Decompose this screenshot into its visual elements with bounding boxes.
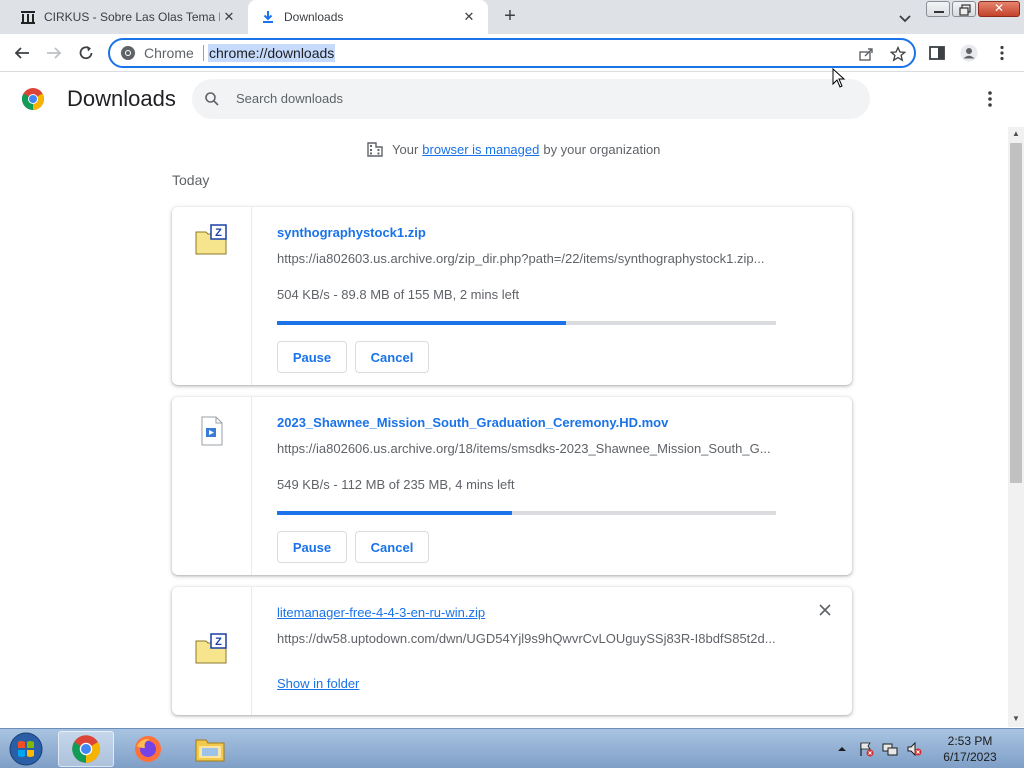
tab-cirkus[interactable]: CIRKUS - Sobre Las Olas Tema De ✕ xyxy=(8,0,248,34)
download-filename[interactable]: litemanager-free-4-4-3-en-ru-win.zip xyxy=(277,605,485,620)
tab-title: Downloads xyxy=(284,10,344,24)
show-in-folder-link[interactable]: Show in folder xyxy=(277,676,359,691)
clock-date: 6/17/2023 xyxy=(943,750,997,764)
taskbar-chrome[interactable] xyxy=(58,731,114,767)
download-status: 504 KB/s - 89.8 MB of 155 MB, 2 mins lef… xyxy=(277,287,520,302)
section-label-today: Today xyxy=(172,172,210,188)
forward-arrow-icon xyxy=(47,47,62,59)
start-button-icon[interactable] xyxy=(4,731,48,767)
svg-text:Z: Z xyxy=(215,227,222,239)
network-icon[interactable] xyxy=(882,741,898,757)
archive-icon xyxy=(20,9,36,25)
address-bar[interactable]: Chrome chrome://downloads xyxy=(108,38,916,68)
bookmark-star-icon[interactable] xyxy=(890,46,906,62)
search-icon xyxy=(205,92,219,106)
progress-bar xyxy=(277,511,776,515)
downloads-header: Downloads Search downloads xyxy=(0,73,1024,125)
system-clock[interactable]: 2:53 PM 6/17/2023 xyxy=(930,733,1010,765)
search-placeholder: Search downloads xyxy=(236,91,343,106)
clock-time: 2:53 PM xyxy=(947,734,993,748)
managed-prefix: Your xyxy=(392,141,419,157)
progress-fill xyxy=(277,321,567,325)
tab-strip: CIRKUS - Sobre Las Olas Tema De ✕ Downlo… xyxy=(0,0,1024,34)
side-panel-icon[interactable] xyxy=(928,44,946,62)
download-filename[interactable]: synthographystock1.zip xyxy=(277,225,426,240)
managed-notice: Your browser is managed by your organiza… xyxy=(366,140,660,158)
toolbar: Chrome chrome://downloads xyxy=(0,34,1024,72)
download-status: 549 KB/s - 112 MB of 235 MB, 4 mins left xyxy=(277,477,515,492)
reload-icon xyxy=(79,46,93,60)
chrome-icon xyxy=(72,735,100,763)
progress-fill xyxy=(277,511,512,515)
url-text[interactable]: chrome://downloads xyxy=(208,44,336,62)
taskbar-firefox[interactable] xyxy=(120,731,176,767)
page-title: Downloads xyxy=(67,86,176,111)
chevron-down-icon[interactable] xyxy=(896,9,914,27)
close-window-button[interactable]: ✕ xyxy=(978,1,1020,17)
chrome-logo-icon xyxy=(22,88,44,110)
download-url[interactable]: https://ia802606.us.archive.org/18/items… xyxy=(277,441,777,456)
pause-button[interactable]: Pause xyxy=(277,531,347,563)
tab-downloads[interactable]: Downloads ✕ xyxy=(248,0,488,34)
download-url[interactable]: https://dw58.uptodown.com/dwn/UGD54Yjl9s… xyxy=(277,631,777,646)
forward-button[interactable] xyxy=(43,42,65,64)
svg-text:Z: Z xyxy=(215,636,222,648)
volume-muted-icon[interactable] xyxy=(906,741,922,757)
mouse-cursor-icon xyxy=(832,68,846,88)
zip-file-icon: Z xyxy=(195,224,227,255)
folder-icon xyxy=(195,739,225,762)
remove-download-icon[interactable] xyxy=(818,603,832,617)
download-filename[interactable]: 2023_Shawnee_Mission_South_Graduation_Ce… xyxy=(277,415,668,430)
restore-button[interactable] xyxy=(952,1,976,17)
reload-button[interactable] xyxy=(75,42,97,64)
new-tab-button[interactable]: + xyxy=(500,6,520,27)
pause-button[interactable]: Pause xyxy=(277,341,347,373)
action-center-flag-icon[interactable] xyxy=(858,741,874,757)
taskbar: 2:53 PM 6/17/2023 xyxy=(0,728,1024,768)
system-tray: 2:53 PM 6/17/2023 xyxy=(834,729,1024,768)
more-actions-icon[interactable] xyxy=(984,89,996,109)
download-card: 2023_Shawnee_Mission_South_Graduation_Ce… xyxy=(172,397,852,575)
download-url[interactable]: https://ia802603.us.archive.org/zip_dir.… xyxy=(277,251,777,266)
video-file-icon xyxy=(201,416,223,446)
show-hidden-icons-icon[interactable] xyxy=(834,741,850,757)
taskbar-explorer[interactable] xyxy=(182,731,238,767)
download-card: Z litemanager-free-4-4-3-en-ru-win.zip h… xyxy=(172,587,852,715)
minimize-button[interactable] xyxy=(926,1,950,17)
scroll-down-arrow[interactable]: ▼ xyxy=(1008,712,1024,726)
browser-managed-link[interactable]: browser is managed xyxy=(422,142,539,157)
window-controls: ✕ xyxy=(924,1,1020,17)
search-downloads-input[interactable]: Search downloads xyxy=(192,79,870,119)
building-icon xyxy=(367,142,383,157)
site-label: Chrome xyxy=(144,45,194,61)
cancel-button[interactable]: Cancel xyxy=(355,341,429,373)
profile-avatar-icon[interactable] xyxy=(960,44,978,62)
back-button[interactable] xyxy=(11,42,33,64)
cancel-button[interactable]: Cancel xyxy=(355,531,429,563)
download-icon xyxy=(260,9,276,25)
divider xyxy=(202,45,204,61)
zip-file-icon: Z xyxy=(195,633,227,664)
chrome-icon xyxy=(121,46,135,60)
firefox-icon xyxy=(135,736,161,762)
site-info[interactable]: Chrome xyxy=(120,45,204,61)
tab-title: CIRKUS - Sobre Las Olas Tema De xyxy=(44,10,220,24)
download-card: Z synthographystock1.zip https://ia80260… xyxy=(172,207,852,385)
managed-suffix: by your organization xyxy=(543,141,661,157)
scroll-up-arrow[interactable]: ▲ xyxy=(1008,127,1024,141)
scrollbar-thumb[interactable] xyxy=(1010,143,1022,483)
progress-bar xyxy=(277,321,776,325)
menu-kebab-icon[interactable] xyxy=(993,44,1011,62)
share-icon[interactable] xyxy=(858,46,874,62)
back-arrow-icon xyxy=(14,47,29,59)
close-tab-icon[interactable]: ✕ xyxy=(220,8,238,26)
close-tab-icon[interactable]: ✕ xyxy=(460,8,478,26)
